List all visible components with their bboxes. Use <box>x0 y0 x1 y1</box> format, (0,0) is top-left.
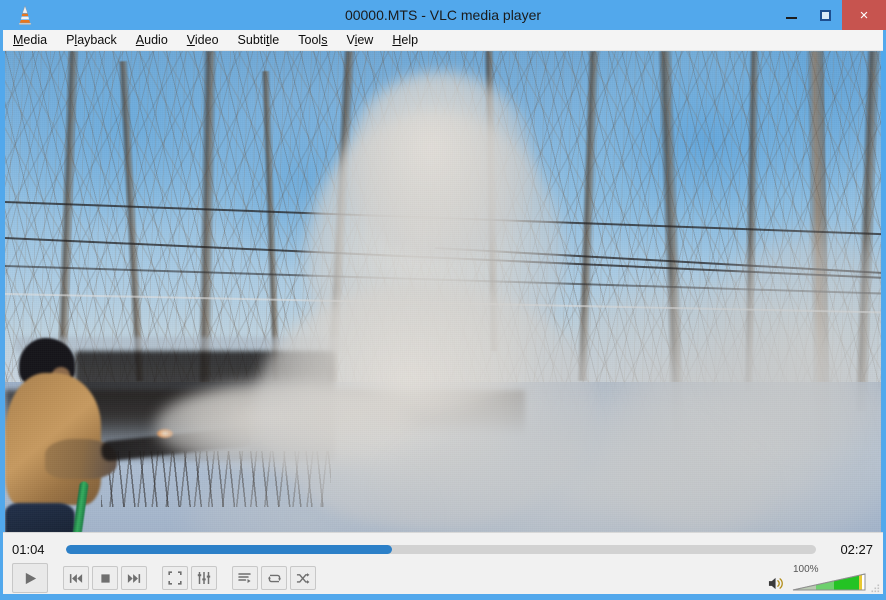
control-bar: 01:04 02:27 100% <box>3 532 883 594</box>
person-legs <box>5 503 75 532</box>
previous-button[interactable] <box>63 566 89 590</box>
seek-progress <box>66 544 393 554</box>
seek-row: 01:04 02:27 <box>3 537 883 561</box>
minimize-icon <box>785 17 797 19</box>
menu-item-tools[interactable]: Tools <box>298 33 327 47</box>
maximize-button[interactable] <box>808 0 842 30</box>
next-button[interactable] <box>121 566 147 590</box>
menu-item-video[interactable]: Video <box>187 33 219 47</box>
volume-wedge <box>792 573 866 591</box>
close-button[interactable]: × <box>842 0 886 30</box>
total-time[interactable]: 02:27 <box>821 542 883 557</box>
video-scene <box>5 51 881 532</box>
minimize-button[interactable] <box>774 0 808 30</box>
window-controls: × <box>774 0 886 30</box>
loop-button[interactable] <box>261 566 287 590</box>
playlist-icon <box>238 573 251 583</box>
prev-stop-next-group <box>60 566 147 590</box>
menu-item-view[interactable]: View <box>346 33 373 47</box>
menu-item-audio[interactable]: Audio <box>136 33 168 47</box>
stop-button[interactable] <box>92 566 118 590</box>
play-button[interactable] <box>12 563 48 593</box>
speaker-icon[interactable] <box>768 576 785 591</box>
menu-bar: Media Playback Audio Video Subtitle Tool… <box>3 30 883 51</box>
skip-forward-icon <box>127 573 141 583</box>
menu-item-subtitle[interactable]: Subtitle <box>238 33 280 47</box>
volume-control: 100% <box>768 563 869 593</box>
fullscreen-button[interactable] <box>162 566 188 590</box>
random-button[interactable] <box>290 566 316 590</box>
playlist-loop-random-group <box>229 566 316 590</box>
maximize-icon <box>819 9 831 21</box>
window-title: 00000.MTS - VLC media player <box>344 7 542 23</box>
volume-slider[interactable]: 100% <box>791 564 869 593</box>
menu-item-playback[interactable]: Playback <box>66 33 117 47</box>
seek-slider[interactable] <box>66 544 816 554</box>
vlc-window: 00000.MTS - VLC media player × Media Pla… <box>0 0 886 600</box>
equalizer-icon <box>197 572 211 584</box>
menu-item-help[interactable]: Help <box>392 33 418 47</box>
close-icon: × <box>859 6 869 24</box>
loop-icon <box>267 574 281 582</box>
effects-button[interactable] <box>191 566 217 590</box>
transport-buttons-row: 100% <box>3 561 883 595</box>
fullscreen-icon <box>168 571 182 585</box>
menu-item-media[interactable]: Media <box>13 33 47 47</box>
stop-icon <box>100 573 110 583</box>
title-bar[interactable]: 00000.MTS - VLC media player × <box>0 0 886 30</box>
video-surface[interactable] <box>5 51 881 532</box>
view-tools-group <box>159 566 217 590</box>
skip-backward-icon <box>69 573 83 583</box>
steam-plume <box>345 71 535 261</box>
resize-grip-icon[interactable] <box>871 584 880 593</box>
playlist-button[interactable] <box>232 566 258 590</box>
play-icon <box>25 572 36 584</box>
shuffle-icon <box>296 572 310 584</box>
elapsed-time[interactable]: 01:04 <box>3 542 61 557</box>
